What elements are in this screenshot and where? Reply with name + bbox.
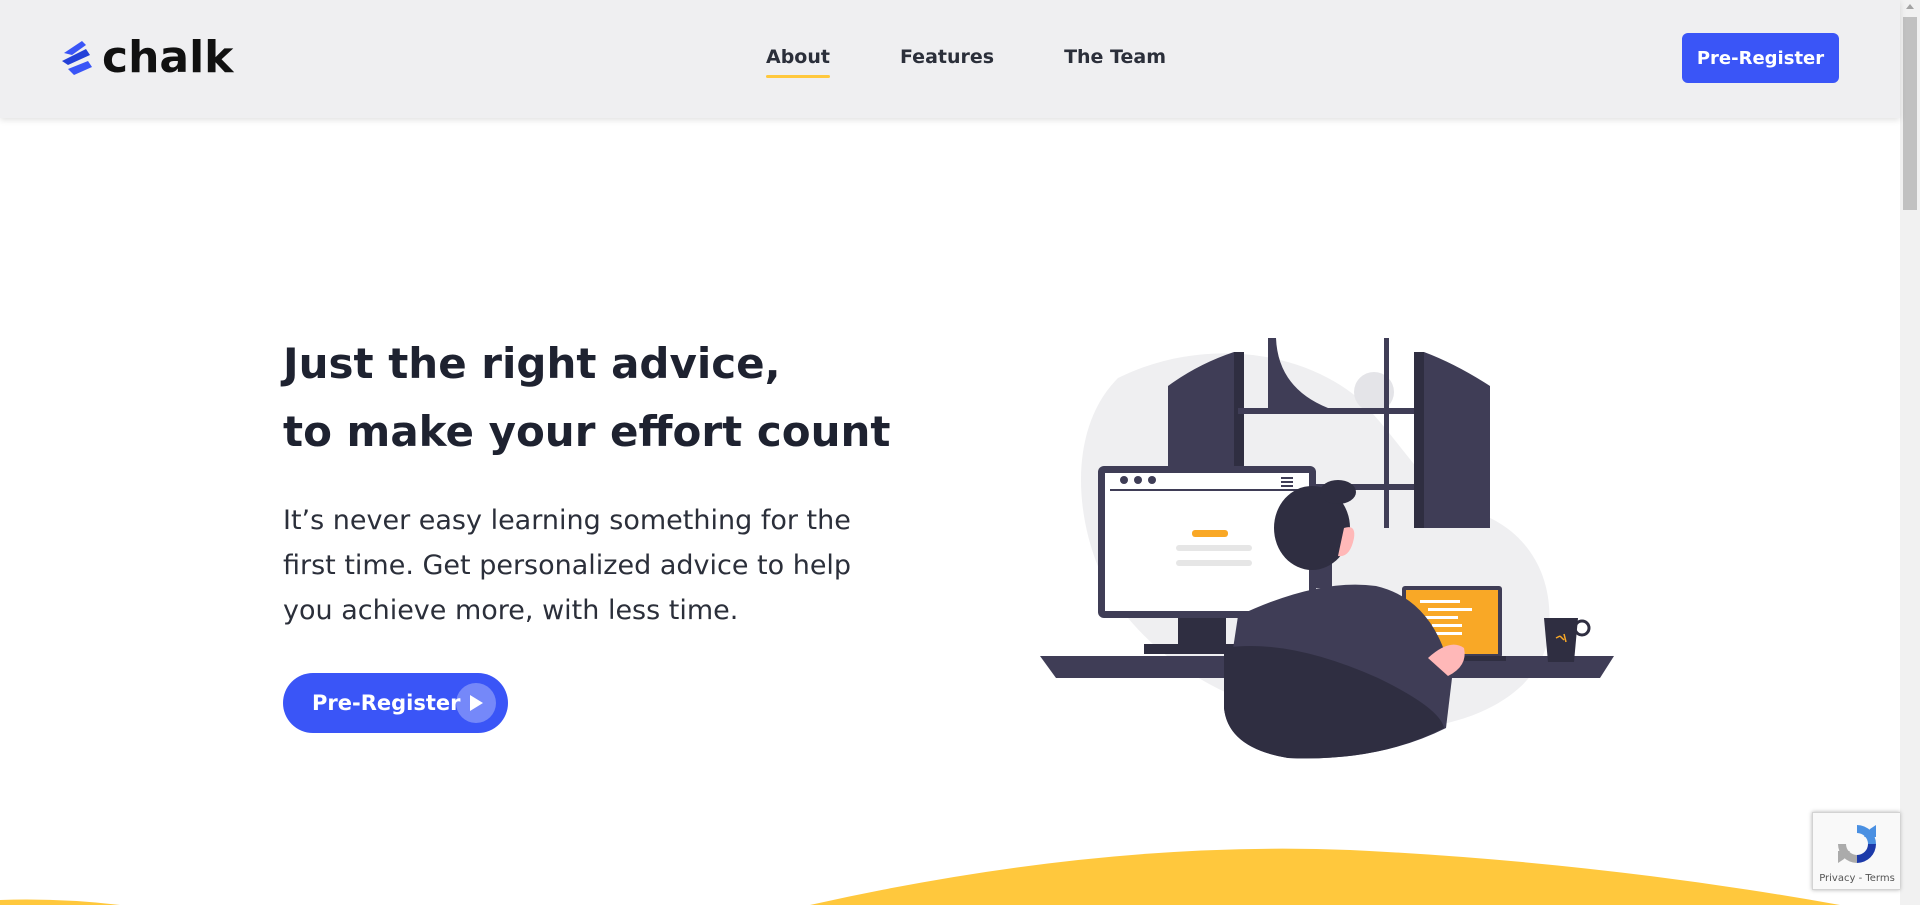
recaptcha-badge[interactable]: Privacy - Terms (1812, 812, 1900, 890)
main-nav: About Features The Team (766, 46, 1236, 78)
hero-pre-register-button[interactable]: Pre-Register (283, 673, 508, 733)
scroll-up-arrow-icon[interactable] (1906, 4, 1914, 9)
recaptcha-links[interactable]: Privacy - Terms (1813, 873, 1901, 884)
logo[interactable]: chalk (60, 36, 233, 80)
nav-link-features[interactable]: Features (900, 46, 994, 78)
play-icon (456, 683, 496, 723)
header-pre-register-button[interactable]: Pre-Register (1682, 33, 1839, 83)
hero-title-line-2: to make your effort count (283, 407, 891, 456)
decorative-wave (0, 848, 1840, 905)
chalk-logo-icon (62, 41, 92, 75)
hero-description: It’s never easy learning something for t… (283, 505, 852, 626)
site-header: chalk About Features The Team Pre-Regist… (0, 0, 1900, 118)
nav-link-about[interactable]: About (766, 46, 830, 78)
scrollbar-thumb[interactable] (1903, 17, 1917, 210)
hero-illustration (1040, 338, 1614, 759)
recaptcha-icon (1838, 825, 1876, 863)
nav-link-team[interactable]: The Team (1064, 46, 1166, 78)
hero-title: Just the right advice, to make your effo… (283, 330, 903, 466)
hero-title-line-1: Just the right advice, (283, 339, 781, 388)
page-scrollbar[interactable] (1900, 0, 1920, 905)
logo-text: chalk (102, 32, 234, 83)
hero-button-label: Pre-Register (312, 691, 461, 715)
